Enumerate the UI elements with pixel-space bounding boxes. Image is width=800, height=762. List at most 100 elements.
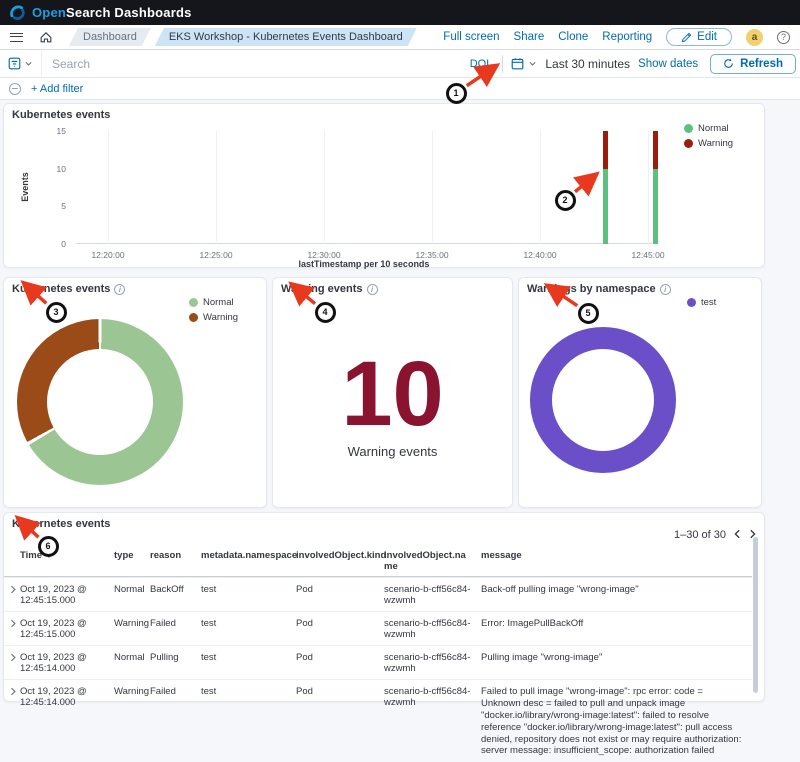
reporting-link[interactable]: Reporting xyxy=(602,31,652,43)
saved-query-menu-button[interactable] xyxy=(0,50,42,77)
cell-message: Failed to pull image "wrong-image": rpc … xyxy=(481,686,752,757)
legend-item-normal[interactable]: Normal xyxy=(189,297,238,308)
cell-reason: Pulling xyxy=(150,652,201,663)
breadcrumb-dashboard[interactable]: Dashboard xyxy=(69,28,151,46)
edit-button[interactable]: Edit xyxy=(666,28,732,46)
date-picker-quick-menu-button[interactable] xyxy=(503,57,545,70)
metric-label: Warning events xyxy=(273,444,512,459)
calendar-icon xyxy=(511,57,524,70)
query-bar: Search DQL Last 30 minutes Show dates Re… xyxy=(0,50,800,78)
breadcrumb-current-dashboard: EKS Workshop - Kubernetes Events Dashboa… xyxy=(155,28,417,46)
cell-name: scenario-b-cff56c84-wzwmh xyxy=(384,618,481,640)
filter-menu-icon[interactable] xyxy=(9,83,21,95)
legend-label: Warning xyxy=(203,312,238,323)
nav-bar: Dashboard EKS Workshop - Kubernetes Even… xyxy=(0,25,800,50)
cell-kind: Pod xyxy=(296,618,384,629)
app-title: OpenSearch Dashboards xyxy=(32,5,192,20)
column-header-kind[interactable]: involvedObject.kind xyxy=(296,550,384,561)
share-link[interactable]: Share xyxy=(514,31,545,43)
opensearch-logo-icon xyxy=(10,5,25,20)
legend-item-test[interactable]: test xyxy=(687,297,716,308)
panel-title[interactable]: Kubernetes events xyxy=(12,109,110,121)
cell-time: Oct 19, 2023 @ 12:45:15.000 xyxy=(20,618,114,640)
panel-title[interactable]: Warnings by namespacei xyxy=(527,283,671,295)
bar-segment-normal[interactable] xyxy=(653,169,658,244)
cell-namespace: test xyxy=(201,686,296,697)
info-icon[interactable]: i xyxy=(660,284,671,295)
expand-row-button[interactable] xyxy=(9,618,20,631)
pagination-label: 1–30 of 30 xyxy=(674,529,726,541)
chevron-right-icon xyxy=(9,585,17,594)
column-header-type[interactable]: type xyxy=(114,550,150,561)
y-axis-label: Events xyxy=(20,172,30,202)
chevron-down-icon xyxy=(24,59,33,68)
bar-segment-warning[interactable] xyxy=(653,131,658,169)
panel-title[interactable]: Kubernetes eventsi xyxy=(12,283,125,295)
cell-message: Error: ImagePullBackOff xyxy=(481,618,752,630)
menu-button[interactable] xyxy=(5,27,27,47)
chevron-right-icon xyxy=(9,619,17,628)
legend-item-warning[interactable]: Warning xyxy=(189,312,238,323)
full-screen-link[interactable]: Full screen xyxy=(443,31,499,43)
cell-namespace: test xyxy=(201,652,296,663)
gridline xyxy=(432,131,433,244)
cell-namespace: test xyxy=(201,618,296,629)
legend-dot xyxy=(684,124,693,133)
y-tick-label: 15 xyxy=(42,126,66,136)
panel-title[interactable]: Warning eventsi xyxy=(281,283,378,295)
cell-message: Pulling image "wrong-image" xyxy=(481,652,752,664)
home-button[interactable] xyxy=(35,27,57,47)
scrollbar-thumb[interactable] xyxy=(753,537,758,693)
x-tick-label: 12:30:00 xyxy=(294,250,354,260)
table-row: Oct 19, 2023 @ 12:45:14.000 Normal Pulli… xyxy=(4,645,752,679)
legend-item-warning[interactable]: Warning xyxy=(684,138,733,149)
dql-selector[interactable]: DQL xyxy=(460,58,503,70)
legend-dot xyxy=(684,139,693,148)
column-header-name[interactable]: involvedObject.name xyxy=(384,550,481,572)
search-input[interactable]: Search xyxy=(42,50,460,77)
app-header: OpenSearch Dashboards xyxy=(0,0,800,25)
column-header-reason[interactable]: reason xyxy=(150,550,201,561)
previous-page-icon[interactable] xyxy=(733,529,742,539)
info-icon[interactable]: i xyxy=(367,284,378,295)
gridline xyxy=(324,131,325,244)
cell-type: Warning xyxy=(114,618,150,629)
panel-kubernetes-events-pie: Kubernetes eventsi Normal Warning xyxy=(3,277,267,508)
bar-segment-normal[interactable] xyxy=(603,169,608,244)
panel-title[interactable]: Kubernetes events xyxy=(12,518,110,530)
donut-hole xyxy=(47,349,153,455)
column-header-time[interactable]: Time xyxy=(20,550,114,561)
show-dates-link[interactable]: Show dates xyxy=(638,58,710,70)
metric-value: 10 xyxy=(273,348,512,440)
expand-row-button[interactable] xyxy=(9,584,20,597)
y-tick-label: 5 xyxy=(42,201,66,211)
legend-label: test xyxy=(701,297,716,308)
add-filter-button[interactable]: + Add filter xyxy=(31,83,83,95)
panel-kubernetes-events-table: Kubernetes events 1–30 of 30 Time type r… xyxy=(3,512,765,702)
saved-query-icon xyxy=(8,57,21,70)
refresh-button[interactable]: Refresh xyxy=(710,54,796,74)
cell-message: Back-off pulling image "wrong-image" xyxy=(481,584,752,596)
column-header-message[interactable]: message xyxy=(481,550,752,562)
table-row: Oct 19, 2023 @ 12:45:15.000 Normal BackO… xyxy=(4,577,752,611)
cell-namespace: test xyxy=(201,584,296,595)
x-tick-label: 12:45:00 xyxy=(618,250,678,260)
expand-row-button[interactable] xyxy=(9,652,20,665)
expand-row-button[interactable] xyxy=(9,686,20,699)
events-table: Time type reason metadata.namespace invo… xyxy=(4,544,752,762)
help-icon[interactable]: ? xyxy=(777,31,790,44)
avatar[interactable]: a xyxy=(746,29,763,46)
panel-kubernetes-events-histogram: Kubernetes events Events lastTimestamp p… xyxy=(3,103,765,268)
info-icon[interactable]: i xyxy=(114,284,125,295)
column-header-namespace[interactable]: metadata.namespace xyxy=(201,550,296,561)
cell-time: Oct 19, 2023 @ 12:45:14.000 xyxy=(20,652,114,674)
time-range-value[interactable]: Last 30 minutes xyxy=(545,57,638,71)
legend-dot xyxy=(189,313,198,322)
cell-name: scenario-b-cff56c84-wzwmh xyxy=(384,686,481,708)
gridline xyxy=(216,131,217,244)
x-tick-label: 12:25:00 xyxy=(186,250,246,260)
clone-link[interactable]: Clone xyxy=(558,31,588,43)
donut-hole xyxy=(552,349,654,451)
bar-segment-warning[interactable] xyxy=(603,131,608,169)
legend-item-normal[interactable]: Normal xyxy=(684,123,733,134)
